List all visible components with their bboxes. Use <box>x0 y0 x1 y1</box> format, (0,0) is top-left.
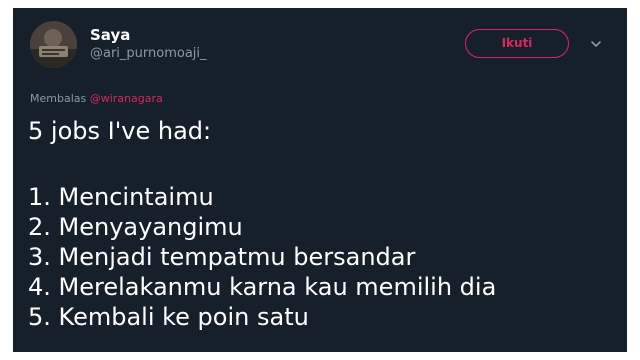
tweet-text: 5 jobs I've had: 1. Mencintaimu 2. Menya… <box>28 116 618 332</box>
display-name[interactable]: Saya <box>90 26 130 44</box>
follow-button[interactable]: Ikuti <box>465 29 569 58</box>
list-item: 5. Kembali ke poin satu <box>28 303 309 331</box>
reply-prefix: Membalas <box>30 92 87 105</box>
tweet-card: Saya @ari_purnomoaji_ Ikuti Membalas @wi… <box>13 8 627 352</box>
avatar-image <box>30 21 77 68</box>
chevron-down-icon[interactable] <box>589 36 603 50</box>
avatar[interactable] <box>30 21 77 68</box>
list-item: 2. Menyayangimu <box>28 213 243 241</box>
reply-context: Membalas @wiranagara <box>30 92 163 106</box>
username[interactable]: @ari_purnomoaji_ <box>90 46 207 62</box>
reply-mention-link[interactable]: @wiranagara <box>90 92 163 105</box>
list-item: 4. Merelakanmu karna kau memilih dia <box>28 273 497 301</box>
tweet-heading: 5 jobs I've had: <box>28 117 212 145</box>
list-item: 3. Menjadi tempatmu bersandar <box>28 243 416 271</box>
list-item: 1. Mencintaimu <box>28 183 214 211</box>
